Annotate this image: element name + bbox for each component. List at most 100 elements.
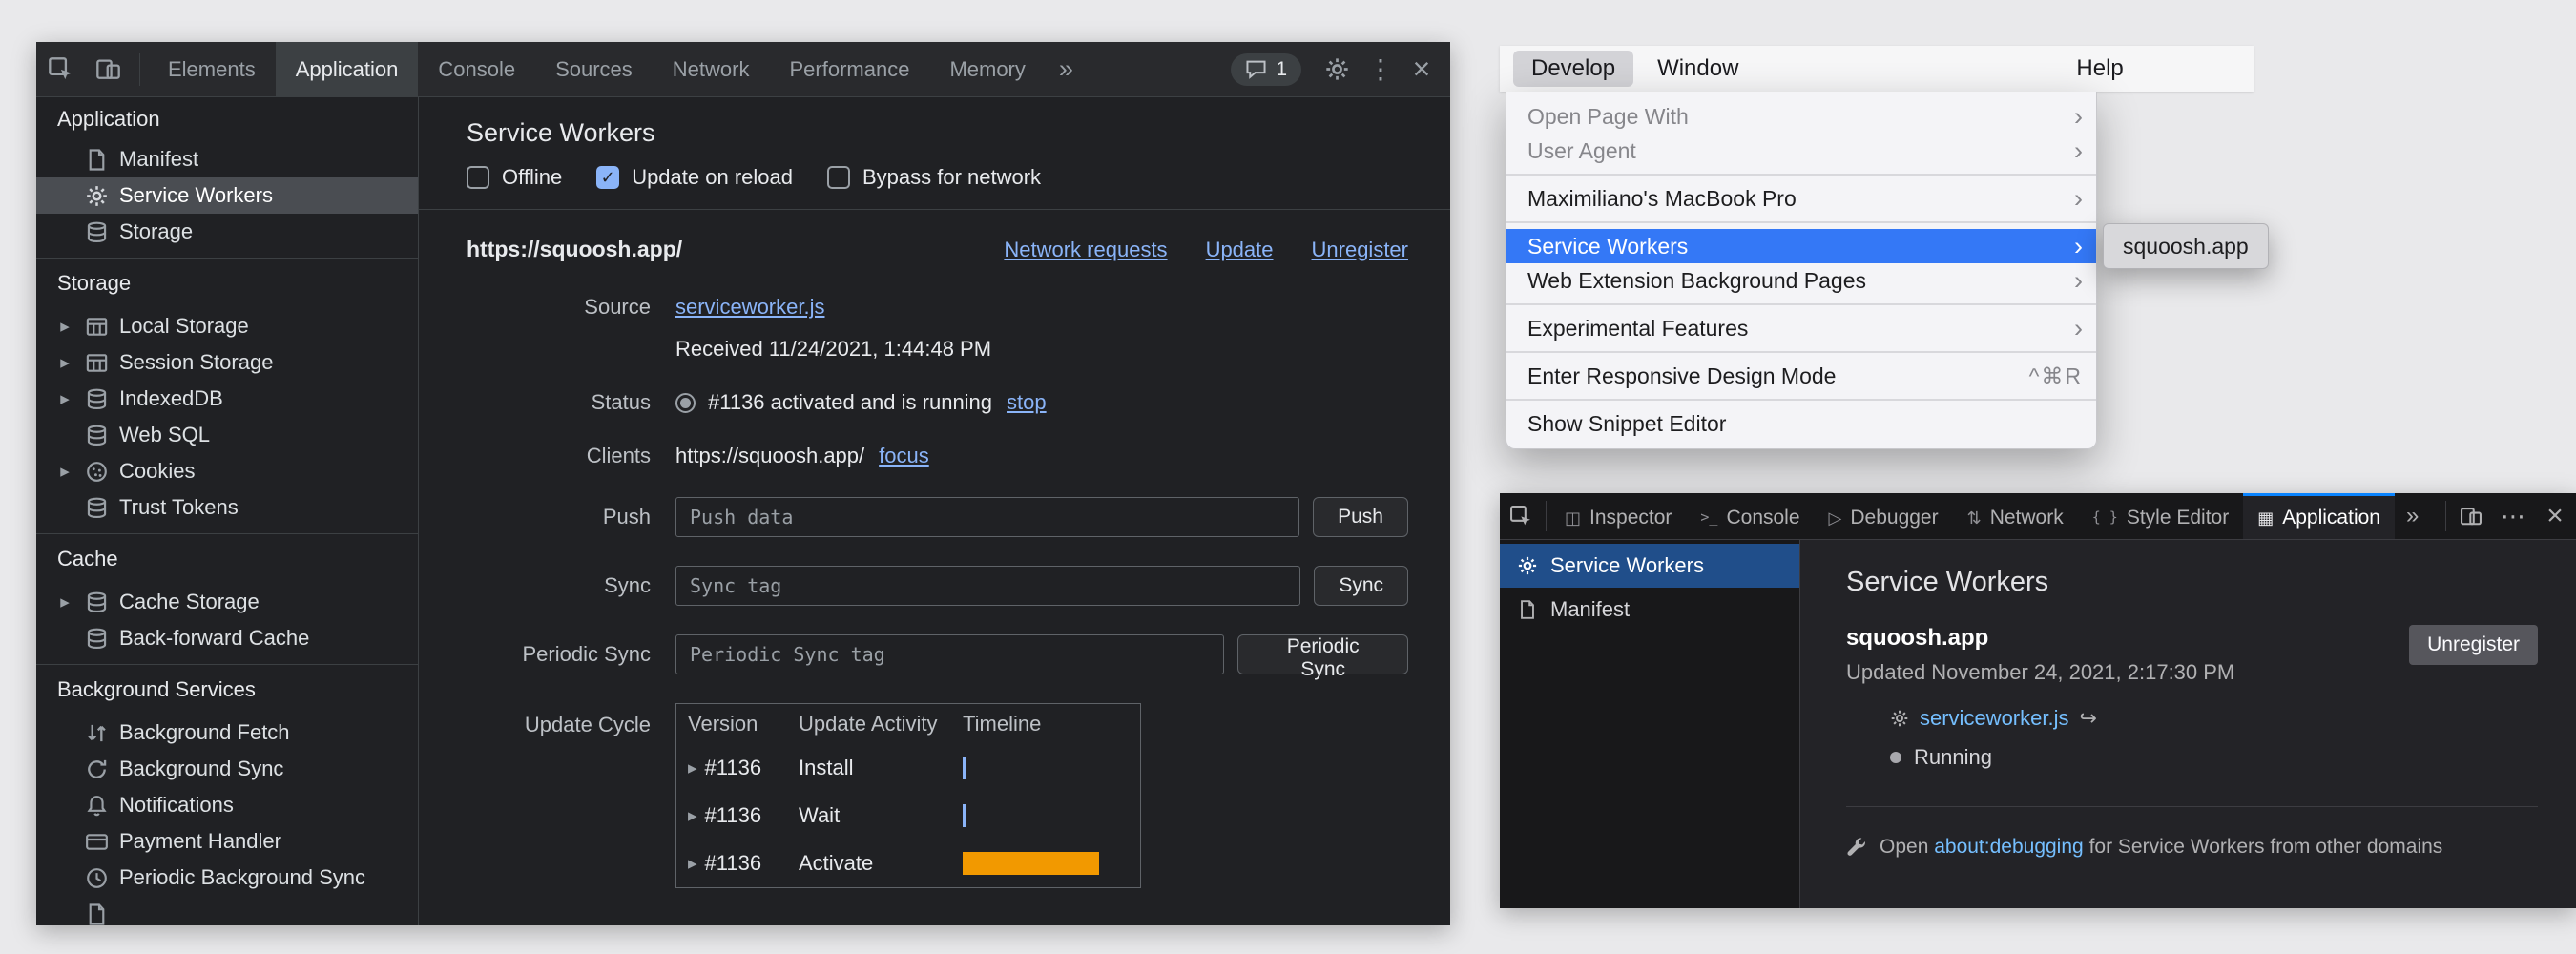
inspect-element-button[interactable] — [36, 43, 84, 96]
tab-inspector[interactable]: ◫ Inspector — [1550, 493, 1686, 539]
service-workers-panel: Service Workers squoosh.app Updated Nove… — [1800, 540, 2576, 908]
tab-application[interactable]: ▦ Application — [2243, 493, 2395, 539]
settings-button[interactable] — [1313, 43, 1361, 96]
section-header-background-services: Background Services — [36, 665, 418, 715]
menu-item-experimental-features[interactable]: Experimental Features › — [1506, 311, 2096, 345]
about-debugging-link[interactable]: about:debugging — [1934, 836, 2084, 858]
checkbox-unchecked[interactable] — [467, 166, 489, 189]
sidebar-item-periodic-background-sync[interactable]: Periodic Background Sync — [36, 860, 418, 896]
bypass-for-network-checkbox[interactable]: Bypass for network — [827, 165, 1041, 190]
periodic-sync-button[interactable]: Periodic Sync — [1237, 634, 1408, 674]
menu-item-enter-responsive-design-mode[interactable]: Enter Responsive Design Mode ^⌘R — [1506, 359, 2096, 393]
expander-icon[interactable]: ▸ — [55, 388, 74, 410]
sidebar-item-local-storage[interactable]: ▸ Local Storage — [36, 308, 418, 344]
device-toolbar-button[interactable] — [84, 43, 132, 96]
column-header-update-activity: Update Activity — [799, 712, 963, 736]
source-file-link[interactable]: serviceworker.js — [675, 295, 824, 319]
sidebar-item-background-sync[interactable]: Background Sync — [36, 751, 418, 787]
sidebar-item-indexeddb[interactable]: ▸ IndexedDB — [36, 381, 418, 417]
close-devtools-button[interactable]: × — [1401, 43, 1443, 96]
sidebar-item-cookies[interactable]: ▸ Cookies — [36, 453, 418, 489]
expander-icon[interactable]: ▸ — [55, 591, 74, 613]
menu-item-open-page-with[interactable]: Open Page With › — [1506, 99, 2096, 134]
tab-debugger[interactable]: ▷ Debugger — [1815, 493, 1953, 539]
pick-element-button[interactable] — [1500, 493, 1542, 539]
unregister-link[interactable]: Unregister — [1312, 238, 1408, 262]
menubar-item-develop[interactable]: Develop — [1513, 51, 1633, 87]
menu-item-user-agent[interactable]: User Agent › — [1506, 134, 2096, 168]
sidebar-item-manifest[interactable]: Manifest — [36, 141, 418, 177]
network-requests-link[interactable]: Network requests — [1004, 238, 1167, 262]
menu-item-show-snippet-editor[interactable]: Show Snippet Editor — [1506, 406, 2096, 441]
menu-item-label: Experimental Features — [1527, 316, 1748, 342]
devtools-menu-button[interactable]: ⋮ — [1361, 43, 1401, 96]
sidebar-item-cache-storage[interactable]: ▸ Cache Storage — [36, 584, 418, 620]
focus-link[interactable]: focus — [879, 444, 929, 468]
push-button[interactable]: Push — [1313, 497, 1408, 537]
worker-row: serviceworker.js ↪ — [1890, 706, 2538, 731]
meatball-icon: ⋯ — [2501, 502, 2525, 531]
offline-checkbox[interactable]: Offline — [467, 165, 562, 190]
close-devtools-button[interactable]: × — [2534, 493, 2576, 539]
clients-row: Clients https://squoosh.app/ focus — [467, 444, 1408, 468]
tab-application[interactable]: Application — [276, 42, 419, 96]
tab-console[interactable]: >_ Console — [1686, 493, 1814, 539]
menu-item-macbook-pro[interactable]: Maximiliano's MacBook Pro › — [1506, 181, 2096, 216]
sidebar-item-back-forward-cache[interactable]: Back-forward Cache — [36, 620, 418, 656]
update-on-reload-checkbox[interactable]: ✓ Update on reload — [596, 165, 793, 190]
more-tabs-icon[interactable]: » — [2395, 493, 2430, 539]
expander-icon[interactable]: ▸ — [688, 757, 697, 779]
tab-elements[interactable]: Elements — [148, 42, 276, 96]
sidebar-item-background-fetch[interactable]: Background Fetch — [36, 715, 418, 751]
checkbox-checked[interactable]: ✓ — [596, 166, 619, 189]
sync-button[interactable]: Sync — [1314, 566, 1408, 606]
unregister-button[interactable]: Unregister — [2409, 625, 2538, 665]
tab-console[interactable]: Console — [418, 42, 535, 96]
sidebar-item-service-workers[interactable]: Service Workers — [36, 177, 418, 214]
close-icon: × — [2546, 500, 2564, 532]
service-workers-icon — [85, 184, 109, 208]
sidebar-item-clipped[interactable] — [36, 896, 418, 925]
sync-tag-input[interactable] — [675, 566, 1300, 606]
periodic-sync-tag-input[interactable] — [675, 634, 1224, 674]
checkbox-unchecked[interactable] — [827, 166, 850, 189]
issues-counter[interactable]: 1 — [1231, 53, 1301, 86]
worker-file-link[interactable]: serviceworker.js — [1920, 706, 2068, 731]
tab-performance[interactable]: Performance — [769, 42, 929, 96]
sidebar-item-service-workers[interactable]: Service Workers — [1500, 544, 1799, 588]
tab-sources[interactable]: Sources — [535, 42, 653, 96]
tab-memory[interactable]: Memory — [929, 42, 1045, 96]
column-header-version: Version — [676, 712, 799, 736]
stop-link[interactable]: stop — [1007, 390, 1047, 415]
sidebar-item-storage[interactable]: Storage — [36, 214, 418, 250]
sidebar-item-notifications[interactable]: Notifications — [36, 787, 418, 823]
push-data-input[interactable] — [675, 497, 1299, 537]
sidebar-item-session-storage[interactable]: ▸ Session Storage — [36, 344, 418, 381]
menu-item-label: Maximiliano's MacBook Pro — [1527, 186, 1797, 212]
menu-item-web-extension-background-pages[interactable]: Web Extension Background Pages › — [1506, 263, 2096, 298]
storage-icon — [85, 220, 109, 244]
expander-icon[interactable]: ▸ — [688, 853, 697, 875]
sidebar-item-payment-handler[interactable]: Payment Handler — [36, 823, 418, 860]
expander-icon[interactable]: ▸ — [688, 805, 697, 827]
chrome-devtools-toolbar: Elements Application Console Sources Net… — [36, 42, 1450, 97]
update-link[interactable]: Update — [1206, 238, 1274, 262]
sidebar-item-web-sql[interactable]: Web SQL — [36, 417, 418, 453]
menubar-item-help[interactable]: Help — [2058, 51, 2141, 87]
responsive-design-button[interactable] — [2450, 493, 2492, 539]
menu-item-service-workers[interactable]: Service Workers › — [1506, 229, 2096, 263]
expander-icon[interactable]: ▸ — [55, 461, 74, 483]
menubar-item-window[interactable]: Window — [1639, 51, 1756, 87]
more-tabs-icon[interactable]: » — [1046, 42, 1087, 96]
devtools-menu-button[interactable]: ⋯ — [2492, 493, 2534, 539]
tab-style-editor[interactable]: { } Style Editor — [2078, 493, 2243, 539]
expander-icon[interactable]: ▸ — [55, 352, 74, 374]
tab-network[interactable]: ⇅ Network — [1953, 493, 2078, 539]
tab-network[interactable]: Network — [653, 42, 770, 96]
table-row-install: ▸ #1136 Install — [676, 744, 1140, 792]
submenu-item-squoosh-app[interactable]: squoosh.app — [2123, 234, 2249, 259]
section-header-application: Application — [36, 97, 418, 141]
expander-icon[interactable]: ▸ — [55, 316, 74, 338]
sidebar-item-trust-tokens[interactable]: Trust Tokens — [36, 489, 418, 526]
sidebar-item-manifest[interactable]: Manifest — [1500, 588, 1799, 632]
